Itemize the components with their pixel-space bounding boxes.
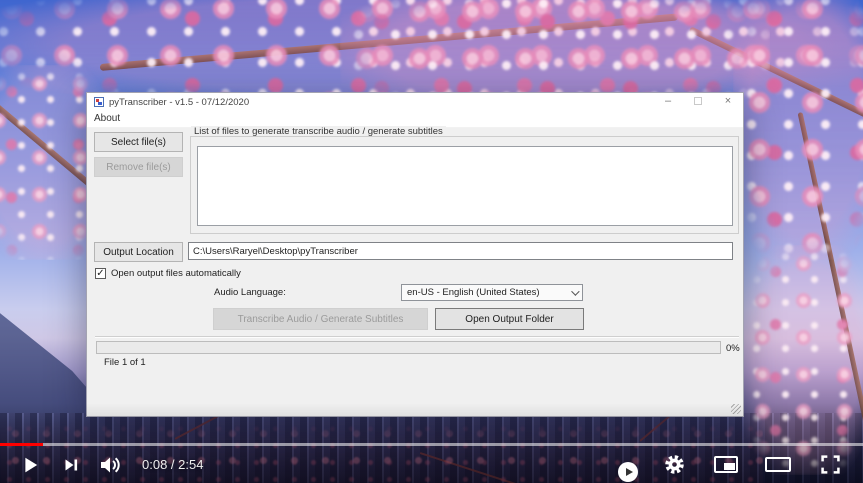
select-files-button[interactable]: Select file(s): [94, 132, 183, 152]
miniplayer-icon: [714, 456, 738, 473]
audio-language-dropdown[interactable]: en-US - English (United States): [401, 284, 583, 301]
miniplayer-button[interactable]: [711, 450, 741, 480]
settings-button[interactable]: [659, 450, 689, 480]
remove-files-button: Remove file(s): [94, 157, 183, 177]
play-icon: [22, 456, 40, 474]
gear-icon: [664, 454, 685, 475]
pytranscriber-window: pyTranscriber - v1.5 - 07/12/2020 – × Ab…: [86, 92, 744, 417]
output-location-button[interactable]: Output Location: [94, 242, 183, 262]
transcribe-button: Transcribe Audio / Generate Subtitles: [213, 308, 428, 330]
volume-button[interactable]: [96, 450, 126, 480]
window-titlebar[interactable]: pyTranscriber - v1.5 - 07/12/2020 – ×: [87, 93, 743, 111]
youtube-video-frame: pyTranscriber - v1.5 - 07/12/2020 – × Ab…: [0, 0, 863, 483]
output-path-field[interactable]: C:\Users\Raryel\Desktop\pyTranscriber: [188, 242, 733, 260]
files-listbox[interactable]: [197, 146, 733, 226]
theater-mode-button[interactable]: [763, 450, 793, 480]
open-output-checkbox[interactable]: ✓: [95, 268, 106, 279]
maximize-button[interactable]: [683, 93, 713, 111]
progress-percent-label: 0%: [726, 343, 740, 354]
close-button[interactable]: ×: [713, 93, 743, 111]
minimize-button[interactable]: –: [653, 93, 683, 111]
file-counter-label: File 1 of 1: [104, 357, 146, 368]
audio-language-label: Audio Language:: [214, 287, 286, 298]
open-output-folder-button[interactable]: Open Output Folder: [435, 308, 584, 330]
maximize-icon: [694, 97, 702, 105]
app-icon: [94, 97, 104, 107]
menu-about[interactable]: About: [87, 111, 127, 126]
transcription-progress-bar: [96, 341, 721, 354]
fullscreen-button[interactable]: [815, 450, 845, 480]
window-title: pyTranscriber - v1.5 - 07/12/2020: [109, 97, 249, 108]
theater-mode-icon: [765, 457, 791, 472]
time-display: 0:08 / 2:54: [142, 457, 203, 472]
separator-line: [95, 336, 739, 338]
chevron-down-icon: [571, 287, 579, 295]
next-icon: [63, 457, 79, 473]
play-button[interactable]: [16, 450, 46, 480]
blossom-cluster-right: [733, 0, 863, 260]
volume-icon: [99, 456, 123, 474]
fullscreen-icon: [821, 455, 840, 474]
player-control-bar: 0:08 / 2:54: [0, 446, 863, 483]
open-output-checkbox-label[interactable]: Open output files automatically: [111, 268, 241, 279]
audio-language-selected: en-US - English (United States): [407, 287, 540, 298]
next-button[interactable]: [56, 450, 86, 480]
